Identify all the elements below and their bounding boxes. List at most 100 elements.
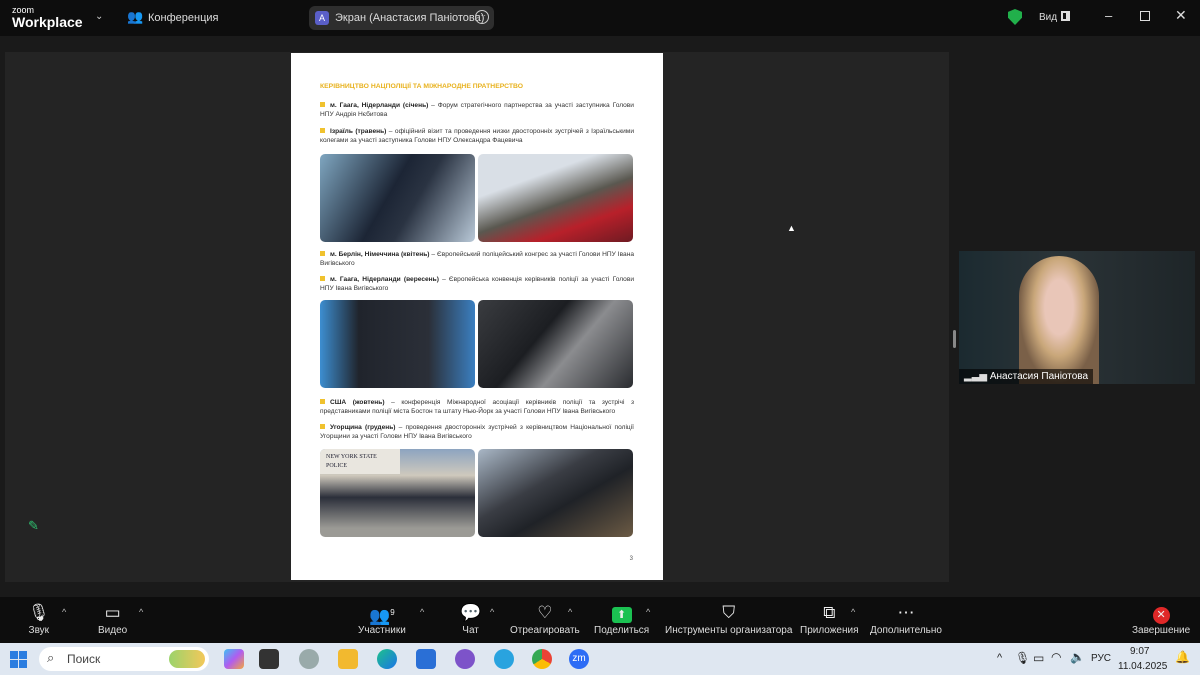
edge-icon[interactable]	[377, 649, 397, 669]
copilot-icon[interactable]	[224, 649, 244, 669]
audio-button[interactable]: 🎙 Звук	[28, 601, 50, 636]
react-label: Отреагировать	[510, 625, 580, 636]
end-button[interactable]: ✕ Завершение	[1132, 601, 1190, 636]
participant-name: ▂▃▅ Анастасия Паніотова	[959, 369, 1094, 384]
more-icon: ⋯	[897, 603, 915, 622]
task-view-icon[interactable]	[259, 649, 279, 669]
chat-button[interactable]: 💬 Чат	[460, 601, 481, 636]
minimize-button[interactable]: –	[1105, 8, 1112, 23]
zoom-app-icon[interactable]: zm	[569, 649, 589, 669]
notifications-bell-icon[interactable]: 🔔	[1175, 650, 1190, 664]
resize-handle[interactable]	[953, 330, 956, 348]
share-label: Экран (Анастасия Паніотова)	[335, 12, 485, 24]
people-icon: 👥	[127, 9, 144, 24]
document-heading: КЕРІВНИЦТВО НАЦПОЛІЦІЇ ТА МІЖНАРОДНЕ ПРА…	[320, 83, 524, 90]
view-button[interactable]: Вид	[1039, 12, 1057, 23]
participant-video-tile[interactable]: ▂▃▅ Анастасия Паніотова	[959, 251, 1195, 384]
video-options-caret[interactable]: ^	[139, 607, 143, 617]
file-explorer-icon[interactable]	[338, 649, 358, 669]
item-title: Угорщина (грудень)	[330, 424, 396, 431]
video-label: Видео	[98, 625, 128, 636]
windows-taskbar: ⌕ Поиск zm ^ 🎙 ▭ ◠ 🔈 РУС 9:07 11.04.2025…	[0, 643, 1200, 675]
widgets-icon[interactable]	[299, 649, 319, 669]
audio-options-caret[interactable]: ^	[62, 607, 66, 617]
list-item: Угорщина (грудень) – проведення двосторо…	[320, 424, 634, 441]
host-tools-label: Инструменты организатора	[665, 625, 793, 636]
end-label: Завершение	[1132, 625, 1191, 636]
share-caret[interactable]: ^	[646, 607, 650, 617]
taskbar-search[interactable]: ⌕ Поиск	[39, 647, 209, 671]
shield-icon: ⛉	[722, 603, 736, 622]
shield-icon[interactable]	[1008, 9, 1022, 25]
page-number: 3	[629, 555, 633, 562]
clock-date[interactable]: 11.04.2025	[1118, 661, 1167, 672]
viber-icon[interactable]	[455, 649, 475, 669]
meeting-toolbar: 🎙 Звук ^ ▭ Видео ^ 👥9 Участники ^ 💬 Чат ^ ♡ О…	[0, 597, 1200, 643]
photo	[478, 449, 633, 537]
apps-icon: ⧉	[823, 603, 836, 622]
close-button[interactable]: ✕	[1175, 7, 1187, 24]
list-item: США (жовтень) – конференція Міжнародної …	[320, 399, 634, 416]
host-tools-button[interactable]: ⛉ Инструменты организатора	[665, 601, 792, 636]
tray-chevron-icon[interactable]: ^	[997, 652, 1002, 664]
search-placeholder: Поиск	[67, 652, 101, 666]
view-layout-icon[interactable]	[1061, 11, 1070, 21]
list-item: Ізраїль (травень) – офіційний візит та п…	[320, 128, 634, 145]
audio-label: Звук	[28, 625, 50, 636]
react-caret[interactable]: ^	[568, 607, 572, 617]
photo	[320, 154, 475, 242]
photo	[478, 300, 633, 388]
list-item: м. Гаага, Нідерланди (вересень) – Європе…	[320, 276, 634, 293]
share-button[interactable]: ⬆ Поделиться	[594, 601, 649, 636]
battery-icon[interactable]: ▭	[1033, 651, 1044, 665]
telegram-icon[interactable]	[494, 649, 514, 669]
chat-caret[interactable]: ^	[490, 607, 494, 617]
participants-label: Участники	[358, 625, 406, 636]
apps-label: Приложения	[800, 625, 859, 636]
annotate-pencil-icon[interactable]: ✎	[28, 518, 39, 534]
wifi-icon[interactable]: ◠	[1051, 650, 1061, 664]
windows-start-icon[interactable]	[10, 651, 27, 668]
participants-caret[interactable]: ^	[420, 607, 424, 617]
item-title: м. Гаага, Нідерланди (вересень)	[330, 276, 439, 283]
more-button[interactable]: ⋯ Дополнительно	[870, 601, 942, 636]
more-icon[interactable]: ···	[475, 10, 489, 24]
item-title: м. Берлін, Німеччина (квітень)	[330, 251, 430, 258]
shared-document-page: КЕРІВНИЦТВО НАЦПОЛІЦІЇ ТА МІЖНАРОДНЕ ПРА…	[291, 53, 663, 580]
language-indicator[interactable]: РУС	[1091, 653, 1111, 664]
zoom-logo: Workplace	[12, 14, 83, 30]
item-title: м. Гаага, Нідерланди (січень)	[330, 102, 429, 109]
photo	[478, 154, 633, 242]
screen-share-pill[interactable]: A Экран (Анастасия Паніотова) ···	[309, 6, 494, 30]
photo	[320, 300, 475, 388]
photo: NEW YORK STATE POLICE	[320, 449, 475, 537]
participants-button[interactable]: 👥9 Участники	[358, 601, 406, 636]
share-arrow-icon: ⬆	[594, 601, 649, 625]
maximize-button[interactable]	[1140, 11, 1150, 21]
list-item: м. Гаага, Нідерланди (січень) – Форум ст…	[320, 102, 634, 119]
apps-caret[interactable]: ^	[851, 607, 855, 617]
chat-icon: 💬	[460, 603, 482, 622]
participant-name-text: Анастасия Паніотова	[989, 371, 1089, 382]
share-avatar: A	[315, 11, 329, 25]
camera-icon: ▭	[104, 603, 121, 622]
chevron-down-icon[interactable]: ⌄	[95, 11, 103, 22]
microphone-tray-icon[interactable]: 🎙	[1015, 651, 1030, 665]
more-label: Дополнительно	[870, 625, 942, 636]
search-icon: ⌕	[47, 650, 55, 665]
apps-button[interactable]: ⧉ Приложения	[800, 601, 859, 636]
chrome-icon[interactable]	[532, 649, 552, 669]
chat-label: Чат	[462, 625, 479, 636]
top-bar: zoom Workplace ⌄ 👥 Конференция A Экран (…	[0, 0, 1200, 36]
meeting-label[interactable]: Конференция	[148, 12, 218, 24]
microphone-icon: 🎙	[28, 603, 50, 622]
participant-video	[1019, 256, 1099, 384]
search-highlight-icon	[169, 650, 205, 668]
clock-time[interactable]: 9:07	[1130, 646, 1149, 657]
video-button[interactable]: ▭ Видео	[98, 601, 127, 636]
signal-icon: ▂▃▅	[964, 371, 988, 382]
volume-icon[interactable]: 🔈	[1070, 650, 1085, 664]
end-icon: ✕	[1132, 601, 1190, 625]
store-icon[interactable]	[416, 649, 436, 669]
photo-sign: NEW YORK STATE POLICE	[320, 449, 400, 474]
